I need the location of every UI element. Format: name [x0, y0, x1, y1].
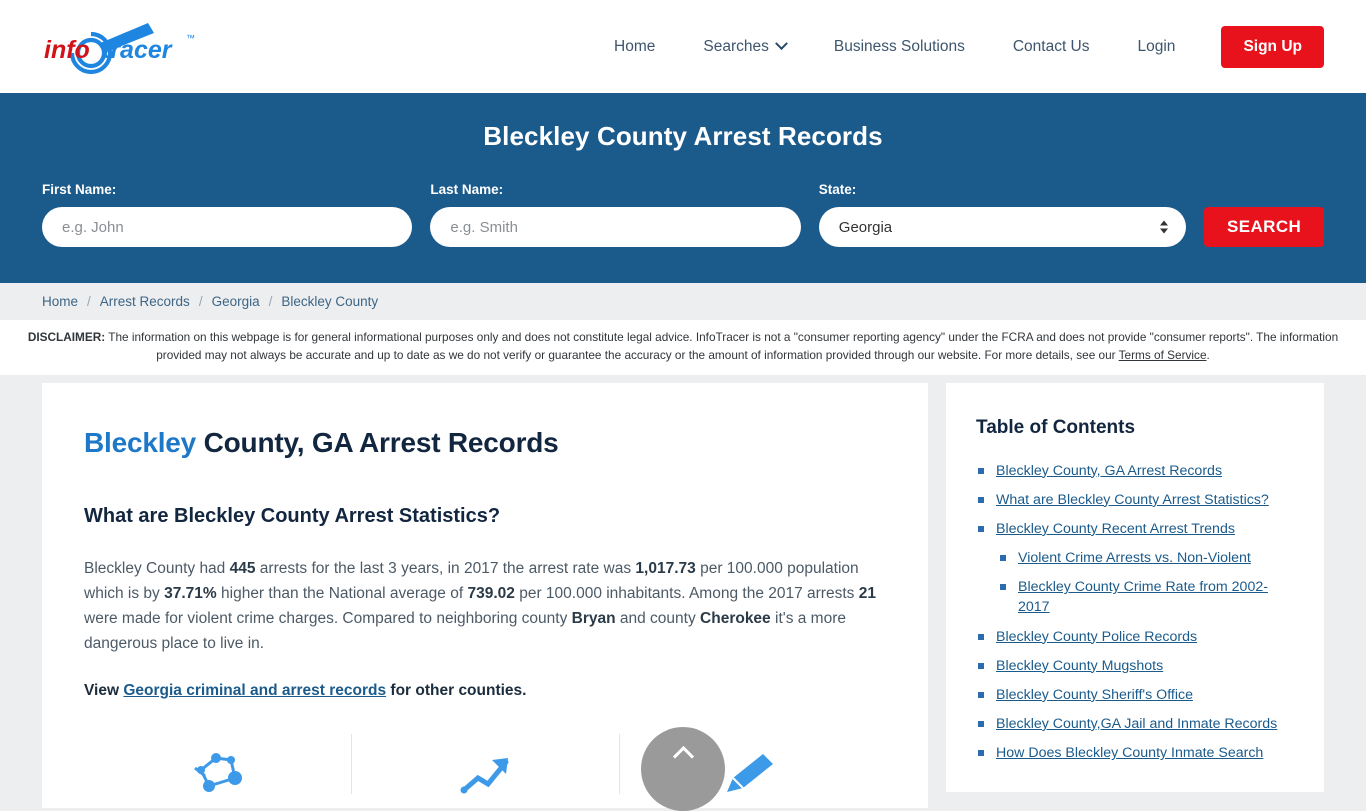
breadcrumb-separator: / — [87, 294, 91, 309]
breadcrumb-separator: / — [268, 294, 273, 309]
search-form: First Name: Last Name: State: Georgia SE… — [0, 182, 1366, 247]
breadcrumb-item-home[interactable]: Home — [42, 294, 78, 309]
search-hero: Bleckley County Arrest Records First Nam… — [0, 93, 1366, 283]
para-text: higher than the National average of — [216, 584, 468, 602]
first-name-field-group: First Name: — [42, 182, 413, 247]
nav-label: Searches — [703, 37, 769, 55]
toc-link[interactable]: Violent Crime Arrests vs. Non-Violent — [1018, 550, 1251, 566]
stat-arrest-rate: 1,017.73 — [635, 559, 696, 577]
nav-item-searches[interactable]: Searches — [679, 37, 809, 56]
svg-text:info: info — [44, 36, 90, 64]
nav-label: Contact Us — [1012, 37, 1090, 55]
state-label: State: — [818, 182, 857, 197]
georgia-records-link[interactable]: Georgia criminal and arrest records — [123, 682, 386, 699]
view-suffix: for other counties. — [386, 682, 527, 699]
network-chart-icon — [193, 753, 242, 792]
breadcrumb: Home / Arrest Records / Georgia / Bleckl… — [0, 283, 1366, 320]
main-navigation: Home Searches Business Solutions Contact… — [590, 25, 1324, 68]
toc-link[interactable]: Bleckley County Sheriff's Office — [996, 687, 1193, 703]
section-heading-statistics: What are Bleckley County Arrest Statisti… — [84, 504, 501, 527]
article-title: Bleckley County, GA Arrest Records — [84, 427, 886, 459]
para-text: were made for violent crime charges. Com… — [84, 609, 572, 627]
stat-national-average: 739.02 — [467, 584, 515, 602]
state-field-group: State: Georgia — [818, 182, 1187, 247]
toc-title: Table of Contents — [976, 416, 1136, 438]
breadcrumb-separator: / — [198, 294, 203, 309]
pen-icon — [727, 754, 774, 792]
disclaimer-tail: . — [1206, 348, 1210, 363]
nav-item-home[interactable]: Home — [590, 38, 679, 56]
main-content-card: Bleckley County, GA Arrest Records What … — [42, 382, 928, 808]
toc-link[interactable]: Bleckley County Crime Rate from 2002-201… — [1018, 579, 1268, 615]
neighbor-county-b: Cherokee — [700, 609, 771, 627]
nav-item-business-solutions[interactable]: Business Solutions — [810, 38, 989, 56]
nav-item-contact-us[interactable]: Contact Us — [989, 38, 1114, 56]
toc-link[interactable]: Bleckley County,GA Jail and Inmate Recor… — [996, 716, 1277, 732]
svg-text:tracer: tracer — [102, 36, 173, 64]
view-records-line: View Georgia criminal and arrest records… — [84, 682, 886, 700]
last-name-input[interactable] — [430, 207, 801, 247]
search-button[interactable]: SEARCH — [1204, 207, 1325, 247]
nav-label: Login — [1137, 37, 1176, 55]
first-name-input[interactable] — [42, 207, 413, 247]
toc-link[interactable]: What are Bleckley County Arrest Statisti… — [996, 492, 1269, 508]
toc-item: How Does Bleckley County Inmate Search — [976, 743, 1294, 763]
nav-label: Home — [614, 37, 656, 55]
article-title-highlight: Bleckley — [84, 426, 197, 458]
table-of-contents-card: Table of Contents Bleckley County, GA Ar… — [946, 382, 1324, 793]
page-title: Bleckley County Arrest Records — [483, 121, 883, 151]
terms-of-service-link[interactable]: Terms of Service — [1119, 348, 1207, 362]
first-name-label: First Name: — [42, 182, 117, 197]
toc-item: What are Bleckley County Arrest Statisti… — [976, 490, 1294, 510]
toc-link[interactable]: Bleckley County, GA Arrest Records — [996, 463, 1222, 479]
article-title-rest: County, GA Arrest Records — [196, 426, 559, 458]
toc-item: Bleckley County Mugshots — [976, 656, 1294, 676]
svg-text:™: ™ — [186, 33, 195, 43]
disclaimer-label: DISCLAIMER: — [27, 330, 106, 344]
last-name-field-group: Last Name: — [430, 182, 801, 247]
chevron-up-icon — [672, 745, 694, 768]
para-text: Bleckley County had — [84, 559, 230, 577]
feature-icon-cell — [351, 730, 618, 798]
toc-link[interactable]: Bleckley County Police Records — [996, 629, 1197, 645]
toc-link[interactable]: Bleckley County Recent Arrest Trends — [996, 521, 1235, 537]
disclaimer-banner: DISCLAIMER: The information on this webp… — [0, 320, 1366, 375]
nav-item-login[interactable]: Login — [1114, 38, 1200, 56]
state-select[interactable]: Georgia — [818, 207, 1187, 247]
scroll-to-top-button[interactable] — [641, 727, 725, 811]
toc-item: Bleckley County Sheriff's Office — [976, 685, 1294, 705]
toc-link[interactable]: How Does Bleckley County Inmate Search — [996, 745, 1263, 761]
toc-list: Bleckley County, GA Arrest Records What … — [976, 461, 1294, 764]
last-name-label: Last Name: — [430, 182, 504, 197]
nav-label: Business Solutions — [833, 37, 965, 55]
breadcrumb-item-arrest-records[interactable]: Arrest Records — [100, 294, 190, 309]
logo-icon: info tracer ™ — [44, 22, 195, 74]
trend-arrow-up-icon — [460, 758, 509, 794]
toc-item: Bleckley County, GA Arrest Records — [976, 461, 1294, 481]
infotracer-logo[interactable]: info tracer ™ — [36, 17, 216, 77]
feature-icon-strip — [84, 730, 886, 798]
chevron-down-icon — [774, 37, 788, 51]
para-text: per 100.000 inhabitants. Among the 2017 … — [514, 584, 859, 602]
statistics-paragraph: Bleckley County had 445 arrests for the … — [84, 556, 886, 656]
neighbor-county-a: Bryan — [571, 609, 616, 627]
stat-percent-higher: 37.71% — [164, 584, 217, 602]
para-text: arrests for the last 3 years, in 2017 th… — [255, 559, 636, 577]
toc-item: Bleckley County,GA Jail and Inmate Recor… — [976, 714, 1294, 734]
site-header: info tracer ™ Home Searches Business Sol… — [0, 0, 1366, 93]
toc-item: Violent Crime Arrests vs. Non-Violent — [976, 548, 1294, 568]
breadcrumb-item-georgia[interactable]: Georgia — [212, 294, 260, 309]
feature-icon-cell — [84, 730, 351, 798]
stat-arrests: 445 — [229, 559, 256, 577]
toc-link[interactable]: Bleckley County Mugshots — [996, 658, 1163, 674]
breadcrumb-item-current: Bleckley County — [281, 294, 379, 309]
sign-up-button[interactable]: Sign Up — [1221, 25, 1324, 68]
toc-item: Bleckley County Crime Rate from 2002-201… — [976, 577, 1294, 617]
toc-item: Bleckley County Police Records — [976, 627, 1294, 647]
para-text: and county — [615, 609, 701, 627]
stat-violent-arrests: 21 — [858, 584, 876, 602]
view-prefix: View — [84, 682, 124, 699]
toc-item: Bleckley County Recent Arrest Trends — [976, 519, 1294, 539]
